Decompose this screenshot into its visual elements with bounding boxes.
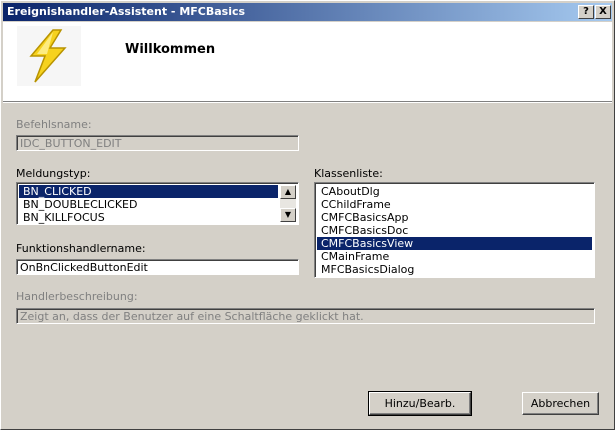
list-item-bn-killfocus[interactable]: BN_KILLFOCUS	[19, 211, 278, 224]
cancel-button[interactable]: Abbrechen	[522, 392, 599, 415]
list-item-cmfcbasicsdoc[interactable]: CMFCBasicsDoc	[317, 224, 592, 237]
close-button[interactable]: X	[595, 5, 611, 19]
command-name-label: Befehlsname:	[16, 118, 92, 131]
page-heading: Willkommen	[125, 42, 216, 57]
message-type-list[interactable]: BN_CLICKED BN_DOUBLECLICKED BN_KILLFOCUS…	[16, 182, 299, 225]
list-item-caboutdlg[interactable]: CAboutDlg	[317, 185, 592, 198]
handler-description-label: Handlerbeschreibung:	[16, 290, 138, 303]
message-type-label: Meldungstyp:	[16, 167, 91, 180]
scroll-up-icon[interactable]: ▲	[280, 185, 296, 199]
class-list[interactable]: CAboutDlg CChildFrame CMFCBasicsApp CMFC…	[314, 182, 595, 278]
list-item-bn-doubleclicked[interactable]: BN_DOUBLECLICKED	[19, 198, 278, 211]
help-button[interactable]: ?	[578, 5, 594, 19]
list-item-bn-clicked[interactable]: BN_CLICKED	[19, 185, 278, 198]
scroll-down-icon[interactable]: ▼	[280, 208, 296, 222]
handler-description-field: Zeigt an, dass der Benutzer auf eine Sch…	[16, 308, 595, 324]
divider	[3, 102, 612, 103]
function-handler-label: Funktionshandlername:	[16, 242, 146, 255]
lightning-bolt-icon	[17, 26, 81, 86]
class-list-label: Klassenliste:	[314, 167, 383, 180]
list-item-mfcbasicsdialog[interactable]: MFCBasicsDialog	[317, 263, 592, 276]
list-item-cmfcbasicsview[interactable]: CMFCBasicsView	[317, 237, 592, 250]
message-type-scrollbar[interactable]: ▲ ▼	[280, 185, 296, 222]
list-item-cchildframe[interactable]: CChildFrame	[317, 198, 592, 211]
title-bar[interactable]: Ereignishandler-Assistent - MFCBasics ? …	[3, 3, 612, 21]
window-title: Ereignishandler-Assistent - MFCBasics	[7, 5, 246, 18]
add-edit-button[interactable]: Hinzu/Bearb.	[368, 391, 472, 416]
wizard-banner: Willkommen	[3, 22, 612, 102]
command-name-field: IDC_BUTTON_EDIT	[16, 135, 299, 151]
wizard-window: Ereignishandler-Assistent - MFCBasics ? …	[0, 0, 615, 430]
function-handler-input[interactable]: OnBnClickedButtonEdit	[16, 259, 299, 275]
list-item-cmfcbasicsapp[interactable]: CMFCBasicsApp	[317, 211, 592, 224]
list-item-cmainframe[interactable]: CMainFrame	[317, 250, 592, 263]
